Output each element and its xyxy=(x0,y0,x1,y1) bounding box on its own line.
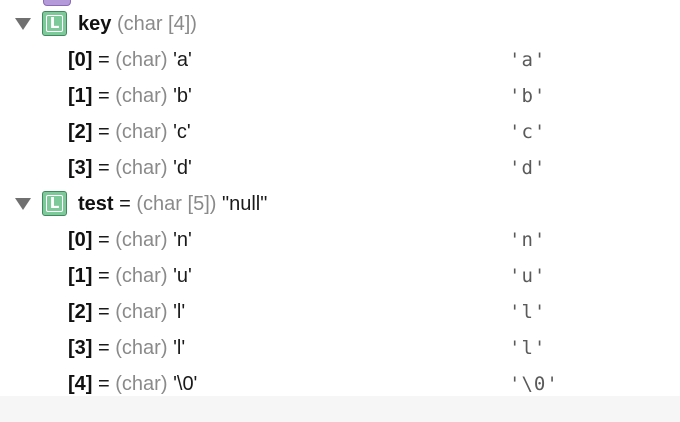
element-value: 'l' xyxy=(173,337,186,359)
child-description: [0] = (char) 'n' xyxy=(68,229,192,251)
element-index: [4] xyxy=(68,373,93,395)
variable-row-test[interactable]: L test = (char [5]) "null" xyxy=(0,186,680,222)
child-row[interactable]: [3] = (char) 'l' 'l' xyxy=(0,330,680,366)
child-description: [2] = (char) 'c' xyxy=(68,121,191,143)
child-description: [3] = (char) 'd' xyxy=(68,157,192,179)
element-value: 'c' xyxy=(173,121,191,143)
variable-type: (char [4]) xyxy=(116,13,197,35)
element-type: (char) xyxy=(115,373,168,395)
disclosure-triangle-down-icon[interactable] xyxy=(15,18,31,30)
child-row[interactable]: [2] = (char) 'c' 'c' xyxy=(0,114,680,150)
element-type: (char) xyxy=(115,301,168,323)
variable-type: (char [5]) xyxy=(136,193,217,215)
element-type: (char) xyxy=(115,265,168,287)
panel-footer xyxy=(0,396,680,422)
summary-value: 'u' xyxy=(509,265,547,287)
summary-value: 'n' xyxy=(509,229,547,251)
element-index: [2] xyxy=(68,121,93,143)
variable-description: test = (char [5]) "null" xyxy=(78,193,268,215)
element-value: 'l' xyxy=(173,301,186,323)
element-value: 'a' xyxy=(173,49,192,71)
summary-value: 'l' xyxy=(509,301,547,323)
element-type: (char) xyxy=(115,85,168,107)
child-row[interactable]: [3] = (char) 'd' 'd' xyxy=(0,150,680,186)
element-index: [3] xyxy=(68,337,93,359)
element-value: 'b' xyxy=(173,85,192,107)
local-variable-icon: L xyxy=(42,11,67,36)
child-row[interactable]: [0] = (char) 'a' 'a' xyxy=(0,42,680,78)
child-row[interactable]: [1] = (char) 'b' 'b' xyxy=(0,78,680,114)
element-type: (char) xyxy=(115,337,168,359)
child-description: [3] = (char) 'l' xyxy=(68,337,186,359)
element-type: (char) xyxy=(115,49,168,71)
variable-row-key[interactable]: L key (char [4]) xyxy=(0,6,680,42)
element-type: (char) xyxy=(115,121,168,143)
disclosure-triangle-down-icon[interactable] xyxy=(15,198,31,210)
element-index: [0] xyxy=(68,229,93,251)
variable-value: "null" xyxy=(221,193,268,215)
child-description: [1] = (char) 'u' xyxy=(68,265,192,287)
variable-description: key (char [4]) xyxy=(78,6,197,42)
child-row[interactable]: [0] = (char) 'n' 'n' xyxy=(0,222,680,258)
element-value: 'n' xyxy=(173,229,192,251)
summary-value: 'a' xyxy=(509,49,547,71)
summary-value: 'b' xyxy=(509,85,547,107)
child-description: [1] = (char) 'b' xyxy=(68,85,192,107)
summary-value: 'l' xyxy=(509,337,547,359)
element-index: [0] xyxy=(68,49,93,71)
summary-value: 'd' xyxy=(509,157,547,179)
local-variable-icon: L xyxy=(42,191,67,216)
variables-view: L key (char [4]) [0] = (char) 'a' 'a' [1… xyxy=(0,0,680,422)
element-value: 'u' xyxy=(173,265,192,287)
element-type: (char) xyxy=(115,229,168,251)
variable-name: test xyxy=(78,193,114,215)
summary-value: 'c' xyxy=(509,121,547,143)
element-value: 'd' xyxy=(173,157,192,179)
element-index: [1] xyxy=(68,85,93,107)
element-index: [1] xyxy=(68,265,93,287)
child-row[interactable]: [1] = (char) 'u' 'u' xyxy=(0,258,680,294)
element-type: (char) xyxy=(115,157,168,179)
element-index: [2] xyxy=(68,301,93,323)
child-row[interactable]: [2] = (char) 'l' 'l' xyxy=(0,294,680,330)
child-description: [2] = (char) 'l' xyxy=(68,301,186,323)
child-description: [0] = (char) 'a' xyxy=(68,49,192,71)
element-value: '\0' xyxy=(173,373,198,395)
variable-name: key xyxy=(78,13,112,35)
element-index: [3] xyxy=(68,157,93,179)
